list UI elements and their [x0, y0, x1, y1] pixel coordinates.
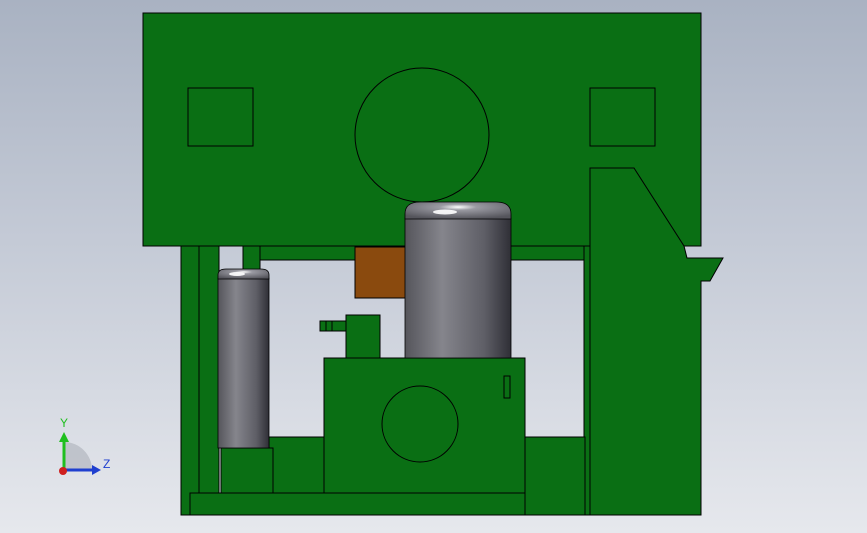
x-axis-dot [59, 467, 67, 475]
y-axis-arrow [59, 432, 69, 442]
model-view[interactable]: Y Z [0, 0, 867, 533]
orientation-triad: Y Z [59, 416, 110, 475]
small-box[interactable] [220, 447, 274, 494]
side-chute[interactable] [589, 167, 724, 516]
base-plate[interactable] [189, 492, 526, 516]
triad-plane-indicator [64, 442, 92, 470]
frame-inner-post[interactable] [198, 245, 220, 516]
small-cylinder[interactable] [217, 268, 270, 449]
valve-nozzle[interactable] [319, 320, 347, 332]
graphics-viewport[interactable]: Y Z [0, 0, 867, 533]
frame-small-post[interactable] [242, 245, 261, 271]
y-axis-label: Y [60, 416, 68, 430]
frame-left-post[interactable] [180, 245, 200, 516]
valve-block[interactable] [345, 314, 381, 359]
large-cylinder[interactable] [404, 201, 512, 359]
z-axis-label: Z [103, 457, 110, 471]
z-axis-arrow [92, 465, 101, 475]
base-block-right[interactable] [524, 436, 586, 516]
base-block-left[interactable] [268, 436, 326, 494]
center-unit[interactable] [323, 357, 526, 494]
brown-bracket[interactable] [354, 246, 407, 299]
